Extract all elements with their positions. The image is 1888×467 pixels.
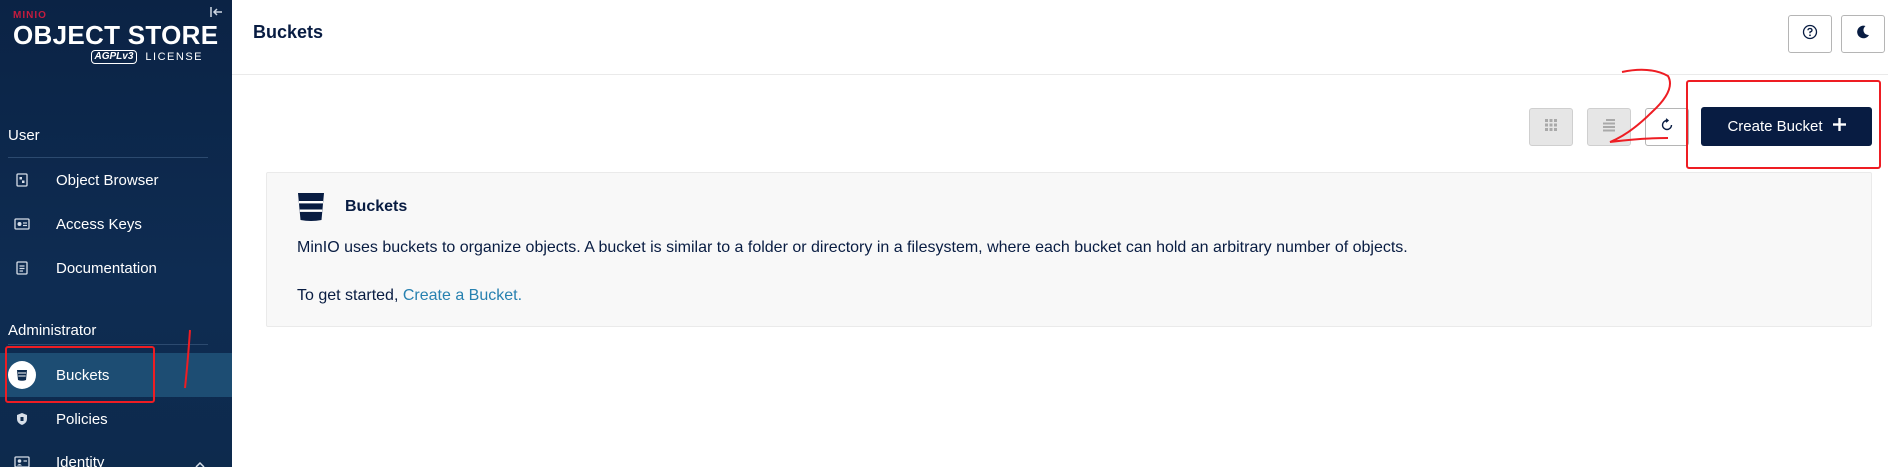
- bucket-icon: [297, 192, 325, 227]
- page-header: Buckets: [232, 0, 1888, 75]
- sidebar-item-label: Object Browser: [56, 171, 159, 189]
- sidebar-item-documentation[interactable]: Documentation: [0, 246, 232, 290]
- annotation-box-buckets: [5, 346, 155, 403]
- moon-icon: [1855, 24, 1871, 45]
- admin-divider: [8, 344, 208, 345]
- annotation-box-create-bucket: [1686, 80, 1881, 169]
- sidebar-item-label: Documentation: [56, 259, 157, 277]
- sidebar-item-object-browser[interactable]: Object Browser: [0, 158, 232, 202]
- main-content: Buckets Create Bucket Buckets MinIO uses…: [232, 0, 1888, 467]
- refresh-button[interactable]: [1645, 108, 1689, 146]
- documentation-icon: [8, 254, 36, 282]
- buckets-info-panel: Buckets MinIO uses buckets to organize o…: [266, 172, 1872, 327]
- license-label: LICENSE: [145, 51, 203, 63]
- object-browser-icon: [8, 166, 36, 194]
- sidebar-item-label: Access Keys: [56, 215, 142, 233]
- policies-icon: [8, 405, 36, 433]
- agpl-badge: AGPLv3: [90, 50, 138, 64]
- get-started-text: To get started, Create a Bucket.: [297, 287, 522, 305]
- sidebar-item-label: Policies: [56, 410, 108, 428]
- refresh-icon: [1660, 117, 1674, 137]
- info-description: MinIO uses buckets to organize objects. …: [297, 239, 1408, 256]
- grid-view-button[interactable]: [1529, 108, 1573, 146]
- dark-mode-toggle[interactable]: [1841, 15, 1885, 53]
- identity-icon: [8, 448, 36, 467]
- list-icon: [1602, 118, 1616, 137]
- sidebar-item-identity[interactable]: Identity: [0, 440, 232, 467]
- help-icon: [1802, 24, 1818, 45]
- license-row: AGPLv3 LICENSE: [13, 50, 203, 64]
- user-section-title: User: [8, 127, 40, 144]
- get-started-prefix: To get started,: [297, 287, 399, 304]
- admin-section-title: Administrator: [8, 322, 97, 339]
- create-bucket-link[interactable]: Create a Bucket.: [403, 287, 522, 304]
- help-button[interactable]: [1788, 15, 1832, 53]
- info-title: Buckets: [345, 198, 408, 215]
- list-view-button[interactable]: [1587, 108, 1631, 146]
- chevron-up-icon[interactable]: [194, 456, 206, 467]
- grid-icon: [1544, 118, 1558, 137]
- sidebar-item-label: Identity: [56, 453, 105, 467]
- sidebar-item-access-keys[interactable]: Access Keys: [0, 202, 232, 246]
- page-title: Buckets: [253, 22, 324, 42]
- brand-main: OBJECT STORE: [13, 20, 219, 50]
- minio-logo[interactable]: MINIO OBJECT STORE AGPLv3 LICENSE: [13, 10, 218, 64]
- sidebar-item-policies[interactable]: Policies: [0, 397, 232, 441]
- collapse-sidebar-icon[interactable]: [208, 4, 224, 20]
- access-keys-icon: [8, 210, 36, 238]
